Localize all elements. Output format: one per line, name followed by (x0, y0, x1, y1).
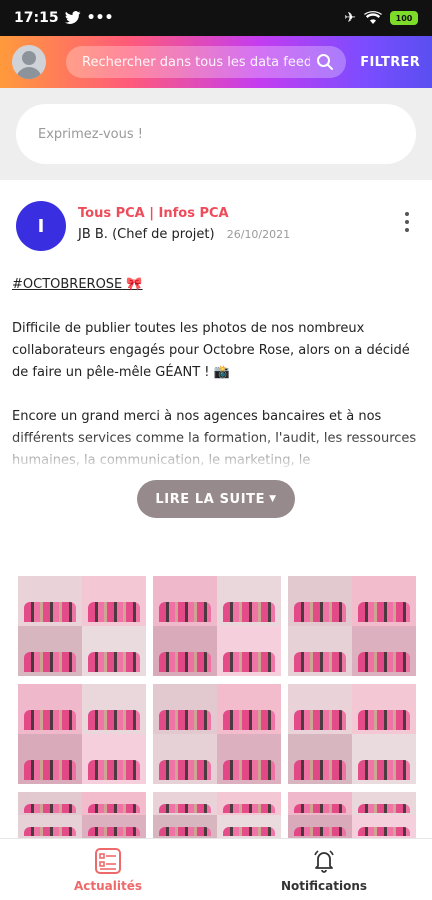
post-header: I Tous PCA | Infos PCA JB B. (Chef de pr… (0, 180, 432, 270)
gallery-photo[interactable] (153, 792, 281, 838)
post-body: #OCTOBREROSE 🎀 Difficile de publier tout… (0, 274, 432, 472)
status-bar: 17:15 ••• ✈ 100 (0, 0, 432, 36)
caret-down-icon: ▼ (269, 494, 277, 504)
composer-placeholder: Exprimez-vous ! (38, 126, 143, 142)
gallery-photo[interactable] (18, 576, 146, 676)
twitter-icon (64, 11, 81, 24)
feed-post: I Tous PCA | Infos PCA JB B. (Chef de pr… (0, 180, 432, 518)
gallery-photo[interactable] (153, 576, 281, 676)
gallery-photo[interactable] (288, 792, 416, 838)
gallery-photo[interactable] (18, 792, 146, 838)
post-group-link[interactable]: Tous PCA | Infos PCA (78, 206, 290, 221)
post-paragraph-2: Encore un grand merci à nos agences banc… (12, 406, 420, 472)
nav-item-notifications[interactable]: Notifications (216, 839, 432, 900)
newsfeed-icon (95, 847, 121, 874)
filter-button[interactable]: FILTRER (360, 55, 420, 70)
photo-gallery (18, 576, 416, 838)
battery-icon: 100 (390, 11, 418, 25)
post-author[interactable]: JB B. (Chef de projet) (78, 227, 215, 242)
author-avatar[interactable]: I (16, 201, 66, 251)
post-date: 26/10/2021 (226, 228, 291, 241)
gallery-photo[interactable] (153, 684, 281, 784)
nav-label-notifications: Notifications (280, 878, 368, 893)
status-time: 17:15 (14, 10, 59, 26)
search-icon[interactable] (316, 53, 334, 71)
airplane-mode-icon: ✈ (344, 10, 356, 26)
more-dots-icon: ••• (86, 10, 114, 26)
post-hashtag[interactable]: #OCTOBREROSE 🎀 (12, 274, 420, 296)
bottom-navigation: Actualités Notifications (0, 838, 432, 900)
app-top-bar: FILTRER (0, 36, 432, 88)
gallery-photo[interactable] (18, 684, 146, 784)
composer-section: Exprimez-vous ! (0, 88, 432, 180)
search-bar[interactable] (66, 46, 346, 78)
search-input[interactable] (82, 54, 310, 70)
post-paragraph-1: Difficile de publier toutes les photos d… (12, 321, 410, 380)
read-more-button[interactable]: LIRE LA SUITE ▼ (137, 480, 295, 518)
nav-item-actualites[interactable]: Actualités (0, 839, 216, 900)
wifi-icon (364, 11, 382, 24)
bell-icon (314, 849, 334, 873)
gallery-photo[interactable] (288, 576, 416, 676)
ribbon-emoji-icon: 🎀 (126, 277, 143, 292)
gallery-photo[interactable] (288, 684, 416, 784)
post-composer-input[interactable]: Exprimez-vous ! (16, 104, 416, 164)
post-meta: Tous PCA | Infos PCA JB B. (Chef de proj… (78, 206, 290, 242)
profile-avatar[interactable] (12, 45, 46, 79)
nav-label-actualites: Actualités (73, 878, 143, 893)
more-options-icon[interactable] (404, 212, 410, 232)
